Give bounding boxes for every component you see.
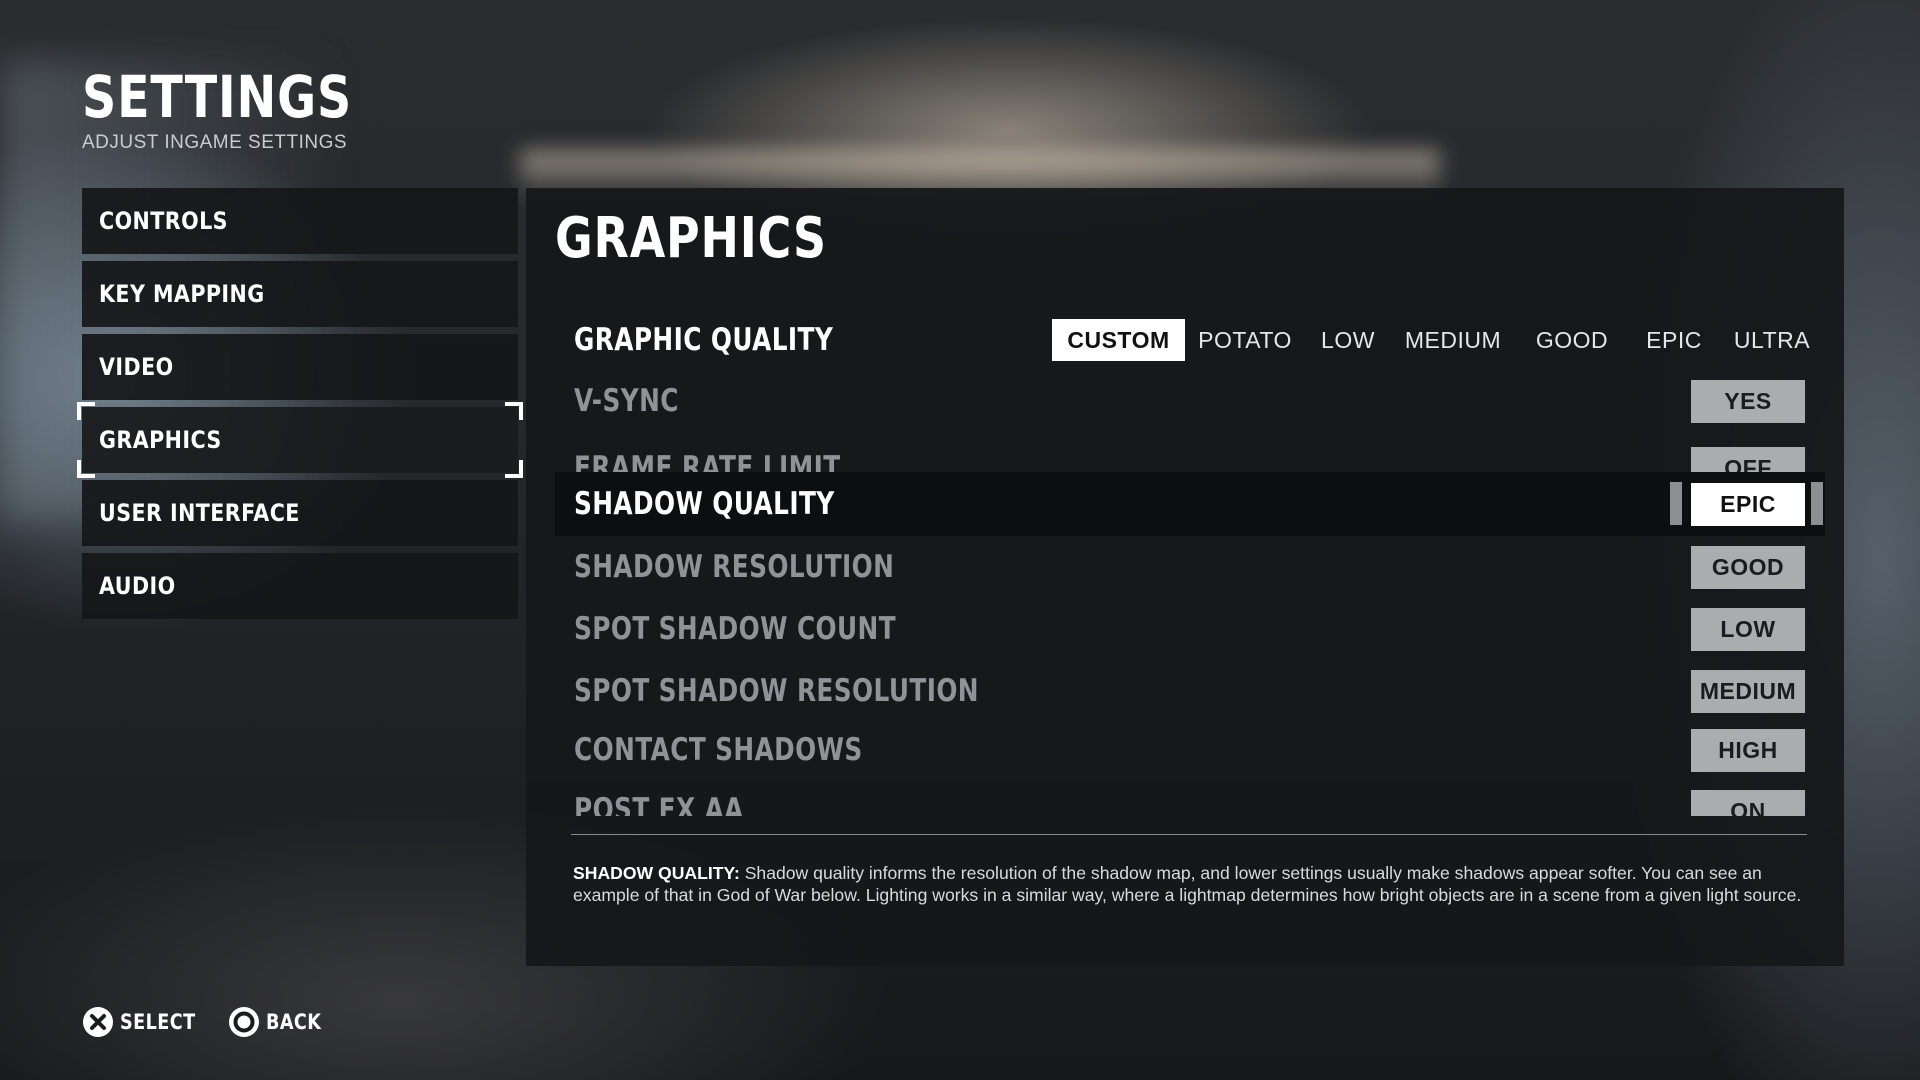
quality-option-low[interactable]: LOW [1305, 319, 1391, 361]
description-divider [571, 834, 1807, 835]
panel-title: GRAPHICS [555, 206, 827, 271]
button-hints: SELECT BACK [82, 1006, 350, 1038]
description-heading: SHADOW QUALITY: [573, 863, 740, 883]
selection-corner [77, 402, 95, 420]
page-subtitle: ADJUST INGAME SETTINGS [82, 132, 348, 153]
description-text: Shadow quality informs the resolution of… [573, 863, 1802, 905]
sidebar-item-graphics[interactable]: GRAPHICS [77, 402, 523, 478]
setting-value-button[interactable]: HIGH [1691, 728, 1805, 772]
selection-corner [77, 460, 95, 478]
quality-option-potato[interactable]: POTATO [1185, 319, 1305, 361]
quality-option-epic[interactable]: EPIC [1629, 319, 1719, 361]
hint-select[interactable]: SELECT [82, 1006, 210, 1038]
graphic-quality-row: GRAPHIC QUALITY CUSTOM POTATO LOW MEDIUM… [555, 309, 1825, 371]
settings-panel: GRAPHICS GRAPHIC QUALITY CUSTOM POTATO L… [526, 188, 1844, 966]
increase-arrow[interactable] [1811, 482, 1823, 525]
setting-row-spot-shadow-resolution[interactable]: SPOT SHADOW RESOLUTION MEDIUM [555, 660, 1825, 722]
setting-value-button[interactable]: GOOD [1691, 545, 1805, 589]
selection-corner [505, 460, 523, 478]
cross-button-icon [83, 1007, 113, 1037]
sidebar-item-key-mapping[interactable]: KEY MAPPING [82, 261, 518, 327]
page-title: SETTINGS [82, 63, 353, 131]
setting-label: V-SYNC [574, 383, 679, 419]
sidebar-item-label: CONTROLS [99, 207, 228, 235]
quality-option-custom[interactable]: CUSTOM [1052, 319, 1185, 361]
setting-value-button[interactable]: LOW [1691, 607, 1805, 651]
setting-description: SHADOW QUALITY: Shadow quality informs t… [573, 862, 1813, 906]
quality-option-medium[interactable]: MEDIUM [1391, 319, 1515, 361]
title-block: SETTINGS ADJUST INGAME SETTINGS [82, 62, 411, 154]
setting-value-button[interactable]: ON [1691, 790, 1805, 816]
decrease-arrow[interactable] [1670, 482, 1682, 525]
setting-row-spot-shadow-count[interactable]: SPOT SHADOW COUNT LOW [555, 598, 1825, 660]
quality-option-ultra[interactable]: ULTRA [1719, 319, 1825, 361]
setting-label: SHADOW QUALITY [574, 486, 835, 522]
hint-label: BACK [265, 1010, 322, 1034]
sidebar-item-label: VIDEO [99, 353, 174, 381]
sidebar-item-audio[interactable]: AUDIO [82, 553, 518, 619]
settings-sidebar: CONTROLS KEY MAPPING VIDEO GRAPHICS USER… [77, 188, 523, 626]
setting-label: POST FX AA [574, 792, 744, 816]
setting-row-contact-shadows[interactable]: CONTACT SHADOWS HIGH [555, 719, 1825, 781]
sidebar-item-video[interactable]: VIDEO [82, 334, 518, 400]
setting-label: GRAPHIC QUALITY [574, 322, 834, 358]
hint-back[interactable]: BACK [228, 1006, 332, 1038]
selection-corner [505, 402, 523, 420]
setting-label: CONTACT SHADOWS [574, 732, 863, 768]
setting-row-vsync[interactable]: V-SYNC YES [555, 370, 1825, 432]
setting-row-shadow-resolution[interactable]: SHADOW RESOLUTION GOOD [555, 536, 1825, 598]
sidebar-item-label: USER INTERFACE [99, 499, 300, 527]
setting-row-shadow-quality[interactable]: SHADOW QUALITY EPIC [555, 472, 1825, 536]
setting-label: SPOT SHADOW RESOLUTION [574, 673, 979, 709]
sidebar-item-controls[interactable]: CONTROLS [82, 188, 518, 254]
setting-label: SPOT SHADOW COUNT [574, 611, 897, 647]
setting-row-post-fx-aa[interactable]: POST FX AA ON [555, 788, 1825, 816]
sidebar-item-label: GRAPHICS [99, 426, 222, 454]
setting-value-button[interactable]: MEDIUM [1691, 669, 1805, 713]
sidebar-item-label: KEY MAPPING [99, 280, 265, 308]
quality-option-good[interactable]: GOOD [1515, 319, 1629, 361]
setting-value-button[interactable]: YES [1691, 379, 1805, 423]
sidebar-item-user-interface[interactable]: USER INTERFACE [82, 480, 518, 546]
setting-value-button[interactable]: EPIC [1691, 482, 1805, 526]
hint-label: SELECT [120, 1010, 196, 1034]
circle-button-icon [228, 1007, 259, 1037]
setting-label: SHADOW RESOLUTION [574, 549, 895, 585]
sidebar-item-label: AUDIO [99, 572, 176, 600]
